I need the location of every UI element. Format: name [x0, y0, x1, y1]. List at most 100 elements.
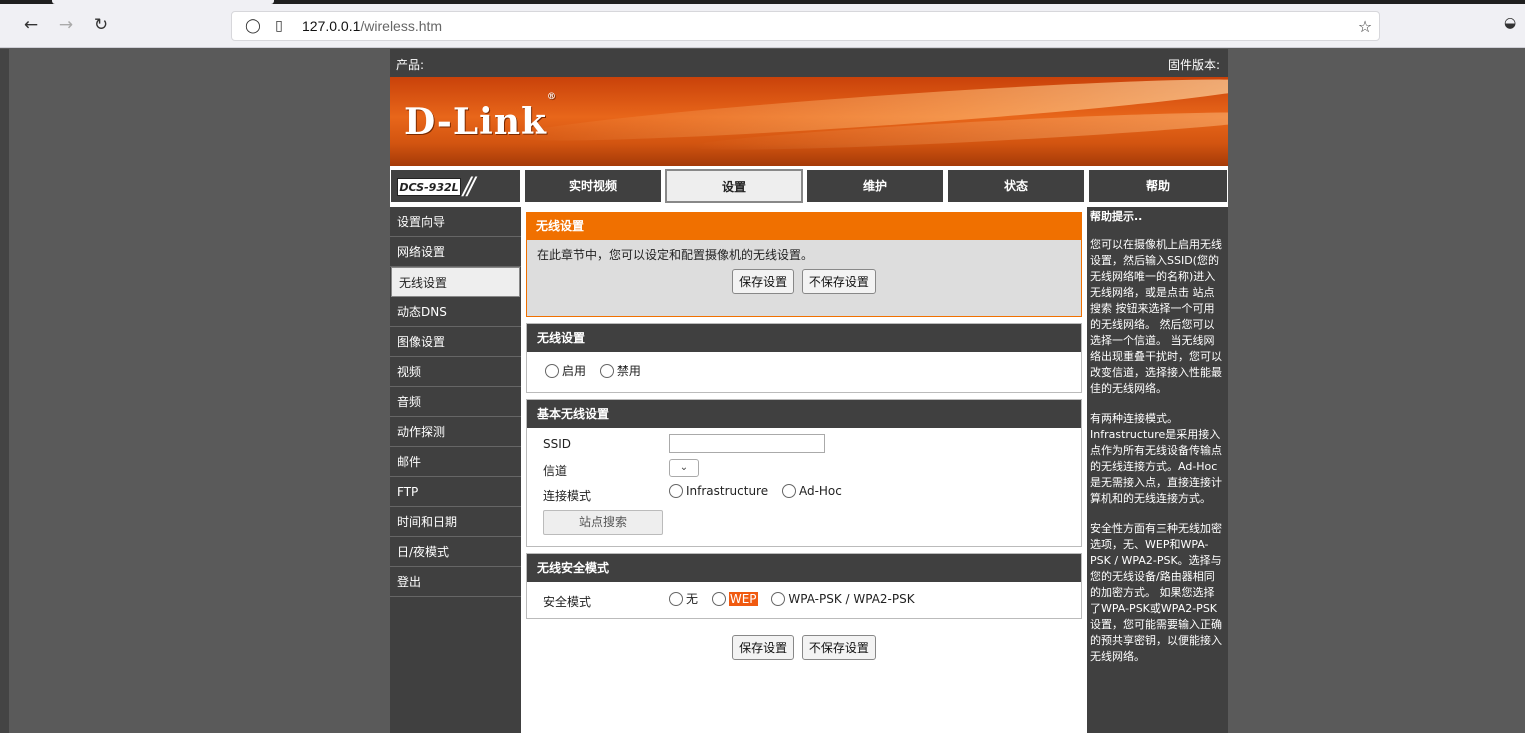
security-wep-radio-circle[interactable]	[711, 591, 726, 606]
tab-help[interactable]: 帮助	[1088, 169, 1228, 203]
product-label: 产品:	[396, 58, 425, 72]
security-wpa-label: WPA-PSK / WPA2-PSK	[788, 591, 915, 606]
browser-toolbar: ← → ↻ ◯ ▯ 127.0.0.1/wireless.htm ☆ ◒	[0, 0, 1525, 48]
tab-setup[interactable]: 设置	[665, 169, 803, 203]
sidebar-item-time[interactable]: 时间和日期	[390, 507, 521, 537]
security-title: 无线安全模式	[527, 554, 1081, 582]
chevron-down-icon: ⌄	[679, 462, 689, 473]
intro-panel: 无线设置 在此章节中，您可以设定和配置摄像机的无线设置。 保存设置 不保存设置	[526, 212, 1082, 317]
adhoc-radio-circle[interactable]	[781, 484, 796, 498]
reload-icon[interactable]: ↻	[90, 14, 112, 36]
bottom-buttons: 保存设置 不保存设置	[526, 625, 1082, 660]
model-badge: DCS-932L //	[390, 169, 521, 203]
sidebar-item-mail[interactable]: 邮件	[390, 447, 521, 477]
security-label: 安全模式	[543, 595, 592, 609]
intro-buttons: 保存设置 不保存设置	[527, 269, 1081, 294]
site-survey-button[interactable]: 站点搜索	[543, 510, 663, 535]
sidebar-item-video[interactable]: 视频	[390, 357, 521, 387]
forward-icon[interactable]: →	[55, 14, 77, 36]
dlink-logo: D-Link®	[404, 92, 557, 143]
sidebar: 设置向导 网络设置 无线设置 动态DNS 图像设置 视频 音频 动作探测 邮件 …	[390, 207, 521, 733]
security-panel: 无线安全模式 安全模式 无 WEP WPA-PSK / WPA2-PSK	[526, 553, 1082, 619]
ssid-input[interactable]	[669, 434, 825, 453]
sidebar-item-image[interactable]: 图像设置	[390, 327, 521, 357]
security-none-label: 无	[686, 592, 699, 606]
ssid-row: SSID	[527, 432, 1081, 457]
page-icon: ▯	[275, 18, 283, 34]
infrastructure-radio[interactable]: Infrastructure	[669, 484, 768, 498]
ssid-label: SSID	[543, 437, 572, 451]
sidebar-item-daynight[interactable]: 日/夜模式	[390, 537, 521, 567]
channel-select[interactable]: ⌄	[669, 459, 699, 477]
left-strip	[0, 49, 9, 733]
adhoc-radio[interactable]: Ad-Hoc	[781, 484, 842, 498]
mode-row: 连接模式 Infrastructure Ad-Hoc	[527, 482, 1081, 507]
sidebar-item-network[interactable]: 网络设置	[390, 237, 521, 267]
enable-radio-circle[interactable]	[545, 363, 559, 378]
security-wpa-radio-circle[interactable]	[771, 591, 786, 606]
mode-options: Infrastructure Ad-Hoc	[669, 484, 852, 501]
tab-status[interactable]: 状态	[947, 169, 1085, 203]
firmware-label: 固件版本:	[1167, 58, 1220, 72]
intro-description: 在此章节中，您可以设定和配置摄像机的无线设置。	[537, 248, 814, 262]
save-button-top[interactable]: 保存设置	[732, 269, 795, 294]
main-content: 无线设置 在此章节中，您可以设定和配置摄像机的无线设置。 保存设置 不保存设置 …	[526, 212, 1082, 660]
security-row: 安全模式 无 WEP WPA-PSK / WPA2-PSK	[527, 588, 1081, 613]
sidebar-item-audio[interactable]: 音频	[390, 387, 521, 417]
mode-label: 连接模式	[543, 489, 592, 503]
survey-row: 站点搜索	[527, 507, 1081, 537]
security-none-radio[interactable]: 无	[669, 590, 698, 607]
sidebar-item-wireless[interactable]: 无线设置	[391, 267, 520, 297]
help-panel: 帮助提示.. 您可以在摄像机上启用无线设置，然后输入SSID(您的无线网络唯一的…	[1087, 207, 1228, 733]
intro-title: 无线设置	[526, 212, 1082, 240]
dlink-banner: D-Link®	[390, 77, 1228, 166]
sidebar-item-wizard[interactable]: 设置向导	[390, 207, 521, 237]
enable-label: 启用	[562, 364, 587, 378]
model-slash-decor: //	[463, 172, 475, 200]
pocket-icon[interactable]: ◒	[1504, 15, 1524, 35]
disable-radio[interactable]: 禁用	[599, 362, 641, 379]
bookmark-star-icon[interactable]: ☆	[1356, 17, 1374, 36]
basic-panel: 基本无线设置 SSID 信道 ⌄ 连接模式 Infrastructure Ad-…	[526, 399, 1082, 547]
security-wpa-radio[interactable]: WPA-PSK / WPA2-PSK	[771, 591, 915, 606]
save-button-bottom[interactable]: 保存设置	[732, 635, 795, 660]
camera-admin-page: 产品: 固件版本: D-Link® DCS-932L // 实时视频 设置 维护…	[390, 49, 1228, 733]
url-host: 127.0.0.1	[302, 18, 361, 34]
help-paragraph-2: 有两种连接模式。Infrastructure是采用接入点作为所有无线设备传输点的…	[1090, 412, 1222, 505]
top-info-bar: 产品: 固件版本:	[390, 49, 1228, 77]
enable-radio[interactable]: 启用	[545, 362, 586, 379]
infrastructure-radio-circle[interactable]	[669, 484, 683, 498]
nosave-button-top[interactable]: 不保存设置	[801, 269, 876, 294]
nosave-button-bottom[interactable]: 不保存设置	[801, 635, 876, 660]
security-wep-radio[interactable]: WEP	[711, 591, 758, 606]
infrastructure-label: Infrastructure	[686, 484, 769, 498]
tab-strip	[0, 0, 1525, 4]
main-nav: DCS-932L // 实时视频 设置 维护 状态 帮助	[390, 169, 1228, 203]
sidebar-item-ftp[interactable]: FTP	[390, 477, 521, 507]
wireless-panel: 无线设置 启用 禁用	[526, 323, 1082, 393]
url-path: /wireless.htm	[360, 18, 443, 34]
disable-radio-circle[interactable]	[599, 363, 614, 378]
channel-row: 信道 ⌄	[527, 457, 1081, 482]
address-bar[interactable]: ◯ ▯ 127.0.0.1/wireless.htm ☆	[231, 11, 1380, 41]
security-options: 无 WEP WPA-PSK / WPA2-PSK	[669, 590, 925, 609]
adhoc-label: Ad-Hoc	[798, 484, 842, 498]
sidebar-item-logout[interactable]: 登出	[390, 567, 521, 597]
help-paragraph-3: 安全性方面有三种无线加密选项，无、WEP和WPA-PSK / WPA2-PSK。…	[1090, 522, 1222, 663]
sidebar-item-motion[interactable]: 动作探测	[390, 417, 521, 447]
channel-label: 信道	[543, 464, 568, 478]
sidebar-item-ddns[interactable]: 动态DNS	[390, 297, 521, 327]
url-text[interactable]: 127.0.0.1/wireless.htm	[302, 18, 442, 34]
help-title: 帮助提示..	[1090, 210, 1143, 223]
shield-icon[interactable]: ◯	[244, 17, 262, 35]
basic-title: 基本无线设置	[527, 400, 1081, 428]
model-name: DCS-932L	[397, 178, 461, 196]
security-none-radio-circle[interactable]	[669, 591, 683, 606]
active-browser-tab[interactable]	[52, 0, 274, 4]
back-icon[interactable]: ←	[20, 14, 42, 36]
wireless-toggle: 启用 禁用	[527, 352, 1081, 381]
intro-body: 在此章节中，您可以设定和配置摄像机的无线设置。 保存设置 不保存设置	[526, 240, 1082, 317]
tab-maintenance[interactable]: 维护	[806, 169, 944, 203]
security-wep-label: WEP	[728, 591, 758, 606]
tab-live-video[interactable]: 实时视频	[524, 169, 662, 203]
